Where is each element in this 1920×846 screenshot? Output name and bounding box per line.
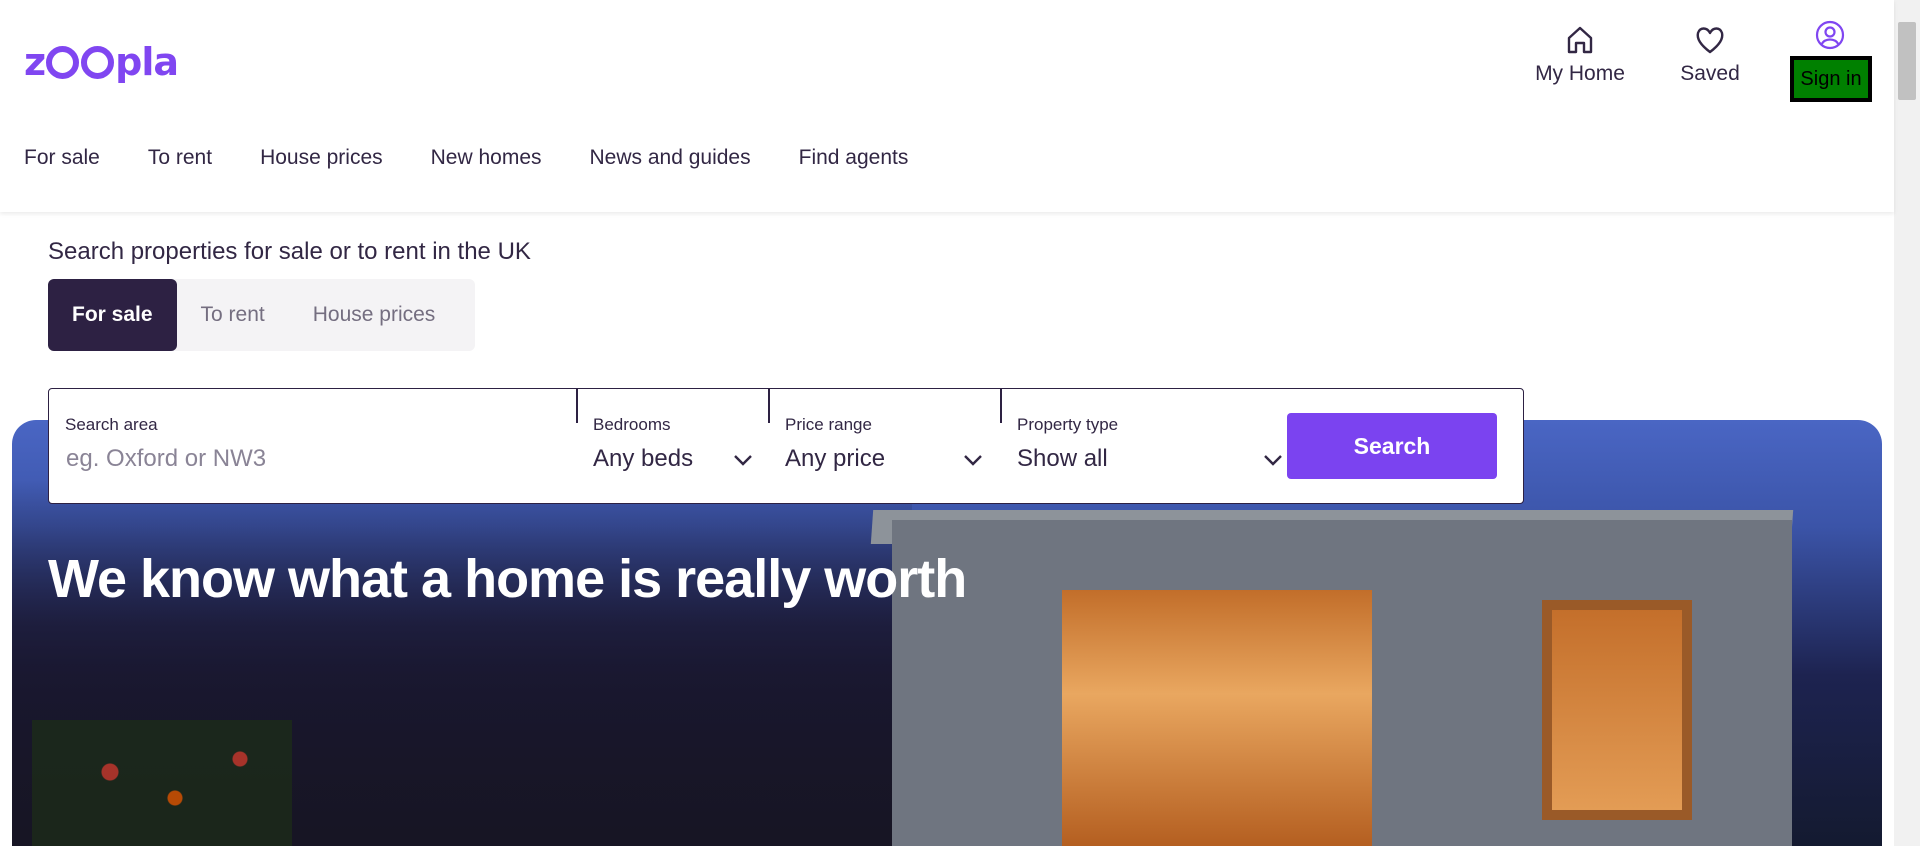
- user-icon[interactable]: [1815, 20, 1845, 50]
- price-range-label: Price range: [785, 415, 872, 434]
- search-area-field[interactable]: Search area eg. Oxford or NW3: [49, 389, 577, 505]
- nav-find-agents[interactable]: Find agents: [799, 146, 909, 170]
- property-type-label: Property type: [1017, 415, 1119, 434]
- bedrooms-value: Any beds: [593, 445, 694, 472]
- nav-house-prices[interactable]: House prices: [260, 146, 383, 170]
- search-area-input[interactable]: eg. Oxford or NW3: [66, 445, 266, 473]
- search-tabs: For sale To rent House prices: [48, 279, 475, 351]
- site-header: z pla My Home Saved Sign in For sale To r…: [0, 0, 1894, 212]
- hero-title: We know what a home is really worth: [48, 549, 967, 609]
- my-home-link[interactable]: My Home: [1526, 24, 1634, 86]
- nav-to-rent[interactable]: To rent: [148, 146, 212, 170]
- logo-ring: [46, 46, 80, 79]
- nav-new-homes[interactable]: New homes: [431, 146, 542, 170]
- zoopla-logo[interactable]: z pla: [24, 40, 179, 84]
- nav-for-sale[interactable]: For sale: [24, 146, 100, 170]
- search-bar: Search area eg. Oxford or NW3 Bedrooms A…: [48, 388, 1524, 504]
- saved-link[interactable]: Saved: [1672, 24, 1748, 86]
- hero-flowers: [32, 720, 292, 846]
- hero-shed-window: [1542, 600, 1692, 820]
- sign-in-button[interactable]: Sign in: [1790, 56, 1872, 102]
- bedrooms-select[interactable]: Bedrooms Any beds: [577, 389, 769, 505]
- tab-house-prices[interactable]: House prices: [289, 279, 460, 351]
- search-button[interactable]: Search: [1287, 413, 1497, 479]
- saved-label: Saved: [1680, 62, 1740, 85]
- sign-in-label: Sign in: [1794, 60, 1868, 98]
- chevron-down-icon: [964, 455, 982, 466]
- property-type-value: Show all: [1017, 445, 1108, 472]
- heart-icon: [1696, 27, 1724, 54]
- hero-shed-door: [1062, 590, 1372, 846]
- my-home-label: My Home: [1535, 62, 1625, 85]
- price-range-value: Any price: [785, 445, 886, 472]
- logo-ring: [81, 46, 115, 79]
- property-type-select[interactable]: Property type Show all: [1001, 389, 1313, 505]
- price-range-select[interactable]: Price range Any price: [769, 389, 1001, 505]
- tab-to-rent[interactable]: To rent: [177, 279, 289, 351]
- main-nav: For sale To rent House prices New homes …: [24, 146, 908, 170]
- search-area-label: Search area: [65, 415, 158, 434]
- home-icon: [1567, 26, 1593, 54]
- chevron-down-icon: [1264, 455, 1282, 466]
- page-scrollbar[interactable]: [1894, 0, 1920, 846]
- bedrooms-label: Bedrooms: [593, 415, 671, 434]
- tab-for-sale[interactable]: For sale: [48, 279, 177, 351]
- scrollbar-thumb[interactable]: [1898, 22, 1916, 100]
- chevron-down-icon: [734, 455, 752, 466]
- nav-news-and-guides[interactable]: News and guides: [590, 146, 751, 170]
- search-heading: Search properties for sale or to rent in…: [48, 238, 531, 265]
